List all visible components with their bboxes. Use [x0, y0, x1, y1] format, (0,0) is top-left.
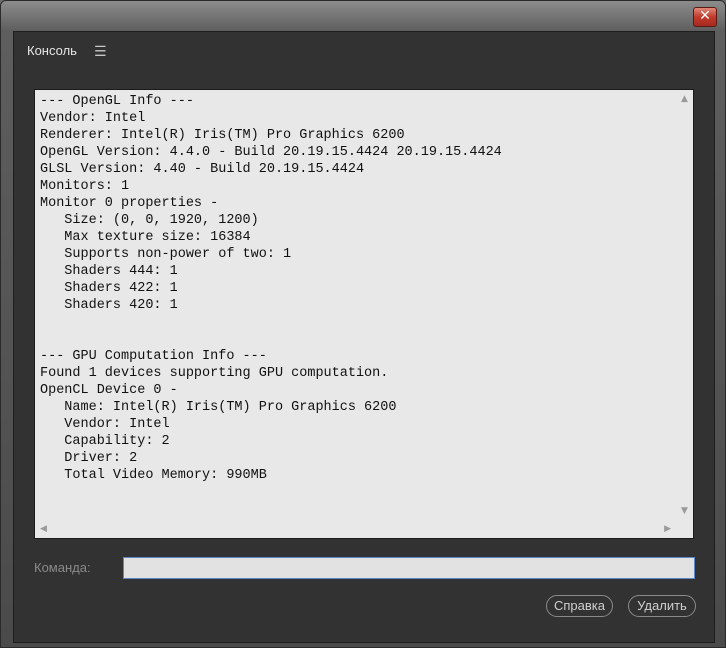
command-input[interactable]: [123, 557, 695, 579]
console-line: Monitor 0 properties -: [40, 196, 219, 211]
panel-title: Консоль: [27, 43, 77, 58]
console-line: Total Video Memory: 990MB: [40, 468, 267, 483]
close-button[interactable]: ✕: [693, 7, 717, 27]
console-line: Shaders 444: 1: [40, 264, 178, 279]
console-line: Vendor: Intel: [40, 111, 146, 126]
console-line: Found 1 devices supporting GPU computati…: [40, 366, 389, 381]
scroll-down-icon[interactable]: ▼: [681, 506, 688, 516]
vertical-scrollbar[interactable]: ▲ ▼: [676, 90, 693, 520]
console-line: Supports non-power of two: 1: [40, 247, 292, 262]
command-label: Команда:: [34, 560, 91, 575]
scroll-left-icon[interactable]: ◀: [40, 524, 47, 534]
console-output-text: --- OpenGL Info --- Vendor: Intel Renderer…: [40, 93, 668, 513]
console-line: Vendor: Intel: [40, 417, 170, 432]
scroll-up-icon[interactable]: ▲: [681, 94, 688, 104]
console-panel: Консоль ☰ --- OpenGL Info --- Vendor: Int…: [13, 31, 715, 643]
console-line: Name: Intel(R) Iris(TM) Pro Graphics 620…: [40, 400, 397, 415]
console-line: --- OpenGL Info ---: [40, 94, 194, 109]
console-line: Driver: 2: [40, 451, 138, 466]
console-output[interactable]: --- OpenGL Info --- Vendor: Intel Renderer…: [34, 89, 694, 539]
console-line: Shaders 420: 1: [40, 298, 178, 313]
console-line: Size: (0, 0, 1920, 1200): [40, 213, 259, 228]
help-button[interactable]: Справка: [546, 595, 613, 617]
horizontal-scrollbar[interactable]: ◀ ▶: [35, 521, 676, 538]
console-line: GLSL Version: 4.40 - Build 20.19.15.4424: [40, 162, 365, 177]
scroll-corner: [676, 521, 693, 538]
console-line: Renderer: Intel(R) Iris(TM) Pro Graphics…: [40, 128, 405, 143]
console-window: ✕ Консоль ☰ --- OpenGL Info --- Vendor: I…: [0, 0, 726, 648]
console-line: Capability: 2: [40, 434, 170, 449]
console-line: OpenCL Device 0 -: [40, 383, 178, 398]
console-line: Max texture size: 16384: [40, 230, 251, 245]
console-line: OpenGL Version: 4.4.0 - Build 20.19.15.4…: [40, 145, 502, 160]
scroll-right-icon[interactable]: ▶: [664, 524, 671, 534]
delete-button[interactable]: Удалить: [628, 595, 696, 617]
console-line: Shaders 422: 1: [40, 281, 178, 296]
console-line: Monitors: 1: [40, 179, 130, 194]
panel-header: Консоль ☰: [14, 32, 714, 70]
console-line: --- GPU Computation Info ---: [40, 349, 267, 364]
panel-menu-icon[interactable]: ☰: [94, 44, 107, 60]
